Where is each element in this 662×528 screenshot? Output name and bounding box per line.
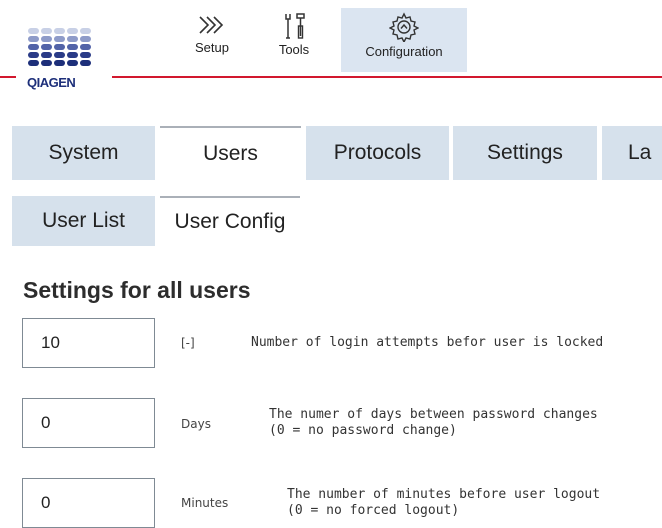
login-attempts-description: Number of login attempts befor user is l… (251, 335, 603, 351)
login-attempts-unit: [-] (181, 336, 195, 350)
logout-minutes-description-line2: (0 = no forced logout) (287, 503, 460, 518)
header-divider (112, 76, 662, 78)
password-change-days-description-line2: (0 = no password change) (269, 423, 457, 438)
tab-settings[interactable]: Settings (453, 126, 597, 180)
nav-configuration-label: Configuration (365, 44, 443, 59)
wrench-screwdriver-icon (285, 13, 305, 39)
tab-la[interactable]: La (602, 126, 662, 180)
subtab-user-config[interactable]: User Config (160, 196, 300, 246)
password-change-days-description: The numer of days between password chang… (269, 407, 598, 439)
nav-setup-label: Setup (195, 40, 229, 55)
logo-text: QIAGEN (27, 75, 76, 90)
qiagen-logo: QIAGEN (26, 28, 108, 90)
gear-icon (389, 12, 419, 42)
header-divider-left (0, 76, 16, 78)
subtab-user-list[interactable]: User List (12, 196, 155, 246)
section-title: Settings for all users (23, 277, 251, 303)
nav-tools-label: Tools (278, 42, 310, 57)
tab-protocols[interactable]: Protocols (306, 126, 449, 180)
logout-minutes-description-line1: The number of minutes before user logout (287, 487, 601, 502)
password-change-days-input[interactable]: 0 (22, 398, 155, 448)
chevrons-right-icon (199, 16, 224, 34)
main-tabs: System Users Protocols Settings La (12, 126, 662, 180)
nav-setup-button[interactable]: Setup (182, 8, 242, 72)
nav-configuration-button[interactable]: Configuration (341, 8, 467, 72)
password-change-days-description-line1: The numer of days between password chang… (269, 407, 598, 422)
password-change-days-unit: Days (181, 417, 211, 431)
logout-minutes-unit: Minutes (181, 496, 229, 510)
tab-system[interactable]: System (12, 126, 155, 180)
tab-users[interactable]: Users (160, 126, 301, 180)
nav-tools-button[interactable]: Tools (264, 8, 324, 72)
logo-dots (28, 28, 102, 68)
login-attempts-input[interactable]: 10 (22, 318, 155, 368)
logout-minutes-input[interactable]: 0 (22, 478, 155, 528)
login-attempts-description-line1: Number of login attempts befor user is l… (251, 335, 604, 350)
logout-minutes-description: The number of minutes before user logout… (287, 487, 600, 519)
